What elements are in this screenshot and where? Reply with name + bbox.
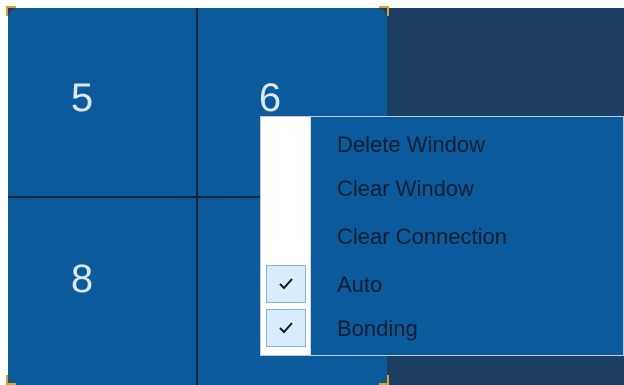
- menu-item-label: Clear Window: [337, 176, 474, 201]
- menu-item-clear-connection[interactable]: Clear Connection: [311, 215, 623, 259]
- menu-item-label: Clear Connection: [337, 224, 507, 249]
- checkmark-icon[interactable]: [266, 265, 306, 303]
- context-menu: Delete Window Clear Window Clear Connect…: [260, 116, 624, 356]
- corner-marker-icon[interactable]: [379, 375, 389, 385]
- menu-item-auto[interactable]: Auto: [311, 263, 623, 307]
- corner-marker-icon[interactable]: [6, 6, 16, 16]
- corner-marker-icon[interactable]: [379, 6, 389, 16]
- menu-item-label: Delete Window: [337, 132, 485, 157]
- menu-item-clear-window[interactable]: Clear Window: [311, 167, 623, 211]
- menu-item-label: Bonding: [337, 316, 418, 341]
- grid-cell-label: 6: [258, 76, 282, 120]
- grid-cell-label: 5: [70, 76, 94, 120]
- menu-item-bonding[interactable]: Bonding: [311, 307, 623, 351]
- grid-cell-label: 8: [70, 257, 94, 301]
- menu-item-delete-window[interactable]: Delete Window: [311, 123, 623, 167]
- corner-marker-icon[interactable]: [6, 375, 16, 385]
- checkmark-icon[interactable]: [266, 309, 306, 347]
- menu-item-label: Auto: [337, 272, 383, 297]
